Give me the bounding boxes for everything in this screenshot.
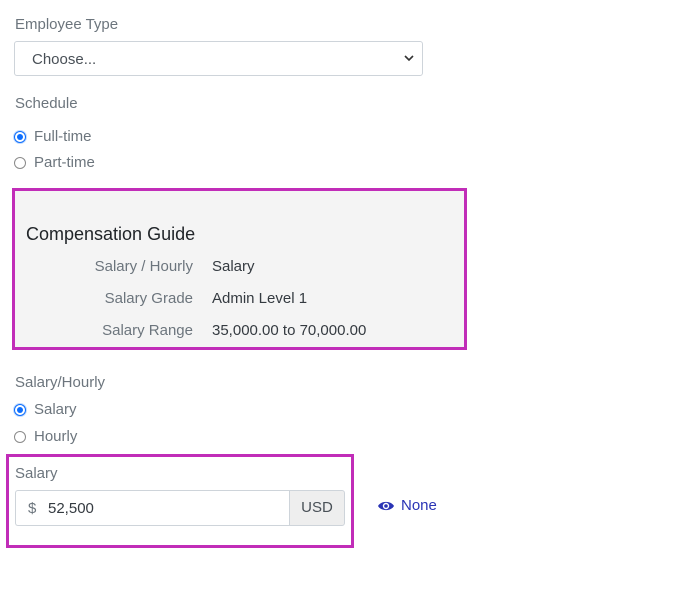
salary-input-group: $ 52,500 USD xyxy=(15,490,345,526)
salary-hourly-label: Salary/Hourly xyxy=(15,374,106,391)
eye-icon xyxy=(378,501,394,510)
compensation-guide-title: Compensation Guide xyxy=(26,224,196,244)
guide-row-value: Admin Level 1 xyxy=(212,290,308,307)
currency-symbol: $ xyxy=(28,500,37,517)
employee-type-selected-value: Choose... xyxy=(32,51,97,68)
radio-part-time[interactable] xyxy=(14,156,26,169)
view-link[interactable]: None xyxy=(377,497,437,514)
radio-hourly[interactable] xyxy=(14,430,26,443)
schedule-label: Schedule xyxy=(15,95,78,112)
radio-salary[interactable] xyxy=(14,403,26,416)
radio-label: Full-time xyxy=(34,128,92,145)
employee-type-label: Employee Type xyxy=(15,16,119,33)
guide-row-value: 35,000.00 to 70,000.00 xyxy=(212,322,367,339)
currency-code-addon: USD xyxy=(289,490,345,526)
guide-row-key: Salary Range xyxy=(102,322,193,339)
guide-row-key: Salary / Hourly xyxy=(94,258,193,275)
radio-label: Salary xyxy=(34,401,77,418)
radio-label: Part-time xyxy=(34,154,95,171)
radio-label: Hourly xyxy=(34,428,78,445)
salary-value: 52,500 xyxy=(48,500,94,517)
view-link-label: None xyxy=(401,497,437,514)
salary-input[interactable]: $ 52,500 xyxy=(15,490,289,526)
employee-type-select[interactable]: Choose... xyxy=(14,41,423,76)
schedule-option-part-time[interactable]: Part-time xyxy=(14,154,95,171)
schedule-option-full-time[interactable]: Full-time xyxy=(14,128,92,145)
compensation-guide-panel: Compensation Guide Salary / Hourly Salar… xyxy=(12,188,467,350)
chevron-down-icon xyxy=(404,55,414,62)
salary-label: Salary xyxy=(15,465,58,482)
salary-hourly-option-hourly[interactable]: Hourly xyxy=(14,428,77,445)
guide-row-value: Salary xyxy=(212,258,255,275)
radio-full-time[interactable] xyxy=(14,130,26,143)
salary-hourly-option-salary[interactable]: Salary xyxy=(14,401,77,418)
guide-row-key: Salary Grade xyxy=(104,290,193,307)
